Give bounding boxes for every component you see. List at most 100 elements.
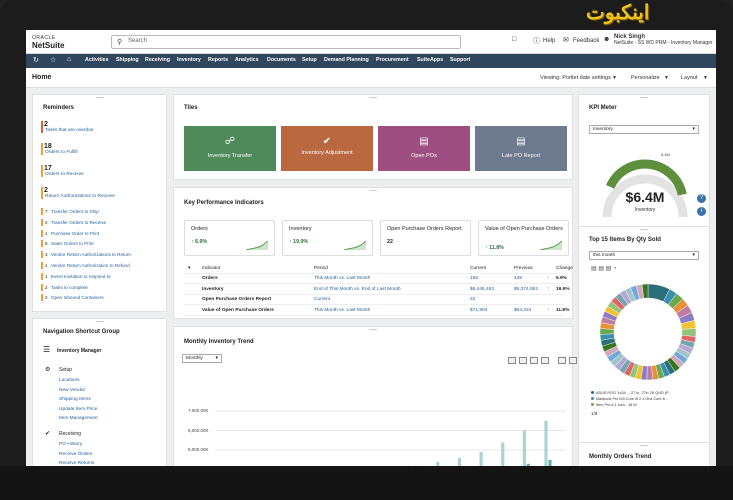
kpi-meter-select[interactable]: Inventory [589,125,699,134]
kpi-table-row[interactable]: Orders This Month vs. Last Month 155 145 ↑ 6.… [184,274,567,284]
drag-handle[interactable] [640,97,648,98]
kpi-period[interactable]: This Month vs. Last Month [314,276,370,281]
kpi-box[interactable]: Open Purchase Orders Report 22 [380,220,471,256]
reminder-item[interactable]: 2 Transfer Orders to Receive [41,218,106,226]
tile-late-po-report[interactable]: ▤ Late PO Report [475,126,567,171]
kpi-period[interactable]: This Month vs. Last Month [314,308,370,313]
kpi-box[interactable]: Value of Open Purchase Orders ↑ 11.8% [478,220,569,256]
feedback-icon[interactable]: ✉ [563,36,569,44]
legend-item[interactable]: ASUS ROG Xx34 ... 27 in. 27in 2K QHD (P.… [591,391,703,395]
tile-inventory-adjustment[interactable]: ✔ Inventory Adjustment [281,126,373,171]
portlet-date-settings[interactable]: Viewing: Portlet date settings [540,75,611,81]
nav-activities[interactable]: Activities [85,57,109,63]
bar-series-1[interactable] [522,430,526,466]
nav-documents[interactable]: Documents [267,57,296,63]
nav-procurement[interactable]: Procurement [376,57,409,63]
shortcut-link[interactable]: PO History [59,442,82,447]
kpi-current[interactable]: $71,804 [470,308,487,313]
shortcut-link[interactable]: Receive Orders [59,452,92,457]
netsuite-logo[interactable]: ORACLE NetSuite [32,35,64,50]
tile-inventory-transfer[interactable]: ☍ Inventory Transfer [184,126,276,171]
nav-suiteapps[interactable]: SuiteApps [417,57,443,63]
nav-shipping[interactable]: Shipping [116,57,139,63]
bar-series-1[interactable] [457,457,462,466]
kpi-current[interactable]: 22 [470,297,475,302]
bar-series-1[interactable] [479,452,483,466]
favorites-icon[interactable]: ☆ [50,56,56,64]
drag-handle[interactable] [95,97,104,98]
user-roles-icon[interactable]: ☻ [603,36,610,43]
reminder-item[interactable]: 1 Event Invitation to respond to [41,272,111,280]
nav-inventory[interactable]: Inventory [177,57,201,63]
recent-records-icon[interactable]: □ [512,36,516,43]
reminder-stat[interactable]: 2 Tasks that are overdue [41,121,94,133]
top-items-period-select[interactable]: this month [589,251,699,260]
reminder-item[interactable]: 3 Vendor Return Authorizations to Return [41,251,131,259]
shortcut-link[interactable]: Update Item Price [59,407,97,412]
tile-open-pos[interactable]: ▤ Open POs [378,126,470,171]
nav-analytics[interactable]: Analytics [235,57,259,63]
kpi-current[interactable]: $6,446,453 [470,287,494,292]
reminder-item[interactable]: 2 Tasks to complete [41,283,88,291]
reminder-item[interactable]: 7 Transfer Orders to Ship [41,208,99,215]
shortcut-setup[interactable]: Setup [59,367,72,373]
legend-pager[interactable]: 1/8 [591,411,597,416]
drag-handle[interactable] [369,190,377,191]
drag-handle[interactable] [640,229,648,230]
kpi-period[interactable]: End of This Month vs. End of Last Month [314,287,401,292]
home-icon[interactable]: ⌂ [67,56,71,63]
kpi-previous[interactable]: 145 [514,276,522,281]
help-link[interactable]: Help [543,38,555,44]
bar-series-2[interactable] [526,463,530,466]
info-bubble-icon[interactable]: i [697,207,706,216]
drag-handle[interactable] [95,321,104,322]
shortcut-group-name[interactable]: Inventory Manager [57,348,101,354]
reminder-item[interactable]: 2 Open Inbound Containers [41,294,104,302]
reminder-stat[interactable]: 2 Return Authorizations to Receive [41,187,115,199]
feedback-link[interactable]: Feedback [573,38,599,44]
bar-series-1[interactable] [501,442,505,466]
kpi-period[interactable]: Current [314,297,330,302]
drag-handle[interactable] [369,97,377,98]
chevron-down-icon[interactable]: ▼ [664,75,669,81]
kpi-table-row[interactable]: Open Purchase Orders Report Current 22 [184,295,564,305]
nav-setup[interactable]: Setup [302,57,317,63]
shortcut-link[interactable]: Shipping Items [59,397,91,402]
shortcut-receiving[interactable]: Receiving [59,431,81,437]
drag-handle[interactable] [640,445,648,446]
shortcut-link[interactable]: Receive Returns [59,461,94,466]
personalize-menu[interactable]: Personalize [631,75,660,81]
nav-demand-planning[interactable]: Demand Planning [324,57,369,63]
nav-support[interactable]: Support [450,57,470,63]
help-icon[interactable]: ⓘ [533,36,540,46]
shortcut-link[interactable]: Item Management [59,416,98,421]
bar-series-1[interactable] [436,461,440,466]
search-input[interactable]: ⚲ Search [111,35,461,49]
reminder-item[interactable]: 6 Sales Orders to Print [41,240,94,248]
shortcut-link[interactable]: New Vendor [59,388,85,393]
chart-type-icons[interactable]: ▤ ▤ ▤ ◔ [591,265,617,272]
legend-item[interactable]: Item Pro 6.1 inch - 16 M [591,403,703,407]
shortcut-link[interactable]: Locations [59,378,80,383]
kpi-table-row[interactable]: Inventory End of This Month vs. End of La… [184,285,570,295]
reminder-item[interactable]: 1 Purchase Order to Print [41,229,99,237]
layout-menu[interactable]: Layout [681,75,698,81]
nav-reports[interactable]: Reports [208,57,228,63]
help-bubble-icon[interactable]: ? [697,194,706,203]
history-icon[interactable]: ↻ [33,56,39,64]
nav-receiving[interactable]: Receiving [145,57,170,63]
legend-item[interactable]: Macbook Pro M4 Core i5 2.3 Ghz Core 8... [591,397,703,401]
bar-series-1[interactable] [544,420,548,466]
reminder-stat[interactable]: 17 Orders to Receive [41,165,84,177]
kpi-previous[interactable]: $5,374,952 [514,287,538,292]
collapse-icon[interactable]: ▾ [188,266,190,271]
kpi-table-row[interactable]: Value of Open Purchase Orders This Month … [184,306,569,316]
bar-series-2[interactable] [548,459,552,466]
reminder-stat[interactable]: 18 Orders to Fulfill [41,143,78,155]
kpi-current[interactable]: 155 [470,276,478,281]
kpi-previous[interactable]: $64,224 [514,308,531,313]
kpi-box[interactable]: Inventory ↑ 19.9% [282,220,373,256]
reminder-item[interactable]: 1 Vendor Return Authorization to Refund [41,262,130,269]
chevron-down-icon[interactable]: ▼ [612,75,617,81]
user-menu[interactable]: Nick Singh NetSuite - SS WD PRM - Invent… [614,34,713,46]
